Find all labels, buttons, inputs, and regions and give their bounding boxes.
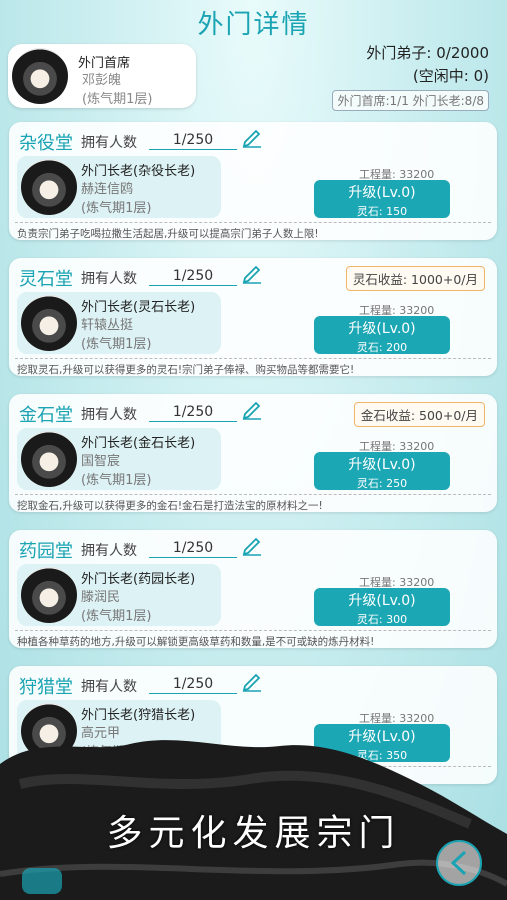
- owner-count: 1/250: [149, 132, 237, 150]
- pencil-icon[interactable]: [241, 534, 263, 556]
- elder-card[interactable]: 外门长老(金石长老) 国智宸 (炼气期1层): [17, 428, 221, 490]
- elder-realm: (炼气期1层): [81, 473, 152, 488]
- page-title: 外门详情: [197, 10, 310, 40]
- elder-avatar: [21, 567, 77, 623]
- pencil-icon[interactable]: [241, 262, 263, 284]
- upgrade-cost: 灵石: 150: [356, 205, 408, 218]
- owner-label: 拥有人数: [81, 135, 137, 151]
- elder-name: 轩辕丛挺: [81, 318, 134, 333]
- chief-card[interactable]: 外门首席 邓彭魄 (炼气期1层): [8, 44, 196, 108]
- upgrade-cost: 灵石: 300: [356, 613, 408, 626]
- pencil-icon[interactable]: [241, 398, 263, 420]
- hall-name: 狩猎堂: [19, 677, 73, 698]
- owner-count: 1/250: [149, 404, 237, 422]
- elder-title: 外门长老(狩猎长老): [81, 708, 196, 723]
- elder-avatar: [21, 295, 77, 351]
- elder-card[interactable]: 外门长老(灵石长老) 轩辕丛挺 (炼气期1层): [17, 292, 221, 354]
- chief-avatar: [12, 48, 68, 104]
- upgrade-button[interactable]: 升级(Lv.0) 灵石: 250: [314, 452, 450, 490]
- slogan-banner: 多元化发展宗门: [106, 813, 401, 854]
- upgrade-cost: 灵石: 250: [356, 477, 408, 490]
- owner-count: 1/250: [149, 540, 237, 558]
- upgrade-button[interactable]: 升级(Lv.0) 灵石: 200: [314, 316, 450, 354]
- hall-card: 杂役堂 拥有人数 1/250 外门长老(杂役长老) 赫连信鸥 (炼气期1层) 工…: [9, 122, 497, 240]
- back-arrow-icon[interactable]: [436, 840, 482, 886]
- pencil-icon[interactable]: [241, 126, 263, 148]
- divider: [15, 358, 491, 359]
- upgrade-label: 升级(Lv.0): [348, 593, 416, 609]
- hall-description: 挖取金石,升级可以获得更多的金石!金石是打造法宝的原材料之一!: [17, 500, 323, 512]
- elder-card[interactable]: 外门长老(药园长老) 滕润民 (炼气期1层): [17, 564, 221, 626]
- elder-title: 外门长老(杂役长老): [81, 164, 196, 179]
- divider: [15, 494, 491, 495]
- disciple-count: 外门弟子: 0/2000: [366, 44, 489, 62]
- hall-name: 金石堂: [19, 405, 73, 426]
- hall-name: 杂役堂: [19, 133, 73, 154]
- hall-description: 种植各种草药的地方,升级可以解锁更高级草药和数量,是不可或缺的炼丹材料!: [17, 636, 375, 648]
- chief-name: 邓彭魄: [82, 73, 122, 88]
- elder-avatar: [21, 159, 77, 215]
- hall-name: 药园堂: [19, 541, 73, 562]
- bottom-left-button[interactable]: [22, 868, 62, 894]
- hall-description: 负责宗门弟子吃喝拉撒生活起居,升级可以提高宗门弟子人数上限!: [17, 228, 319, 240]
- upgrade-label: 升级(Lv.0): [348, 185, 416, 201]
- elder-realm: (炼气期1层): [81, 337, 152, 352]
- owner-count: 1/250: [149, 676, 237, 694]
- upgrade-label: 升级(Lv.0): [348, 457, 416, 473]
- owner-label: 拥有人数: [81, 679, 137, 695]
- hall-card: 灵石堂 拥有人数 1/250 灵石收益: 1000+0/月 外门长老(灵石长老)…: [9, 258, 497, 376]
- upgrade-label: 升级(Lv.0): [348, 321, 416, 337]
- owner-label: 拥有人数: [81, 407, 137, 423]
- idle-count: (空闲中: 0): [412, 67, 489, 85]
- hall-card: 金石堂 拥有人数 1/250 金石收益: 500+0/月 外门长老(金石长老) …: [9, 394, 497, 512]
- income-badge: 金石收益: 500+0/月: [353, 402, 485, 427]
- upgrade-button[interactable]: 升级(Lv.0) 灵石: 300: [314, 588, 450, 626]
- chief-realm: (炼气期1层): [82, 92, 153, 107]
- divider: [15, 222, 491, 223]
- elder-title: 外门长老(金石长老): [81, 436, 196, 451]
- elder-name: 国智宸: [81, 454, 121, 469]
- divider: [15, 630, 491, 631]
- hall-card: 药园堂 拥有人数 1/250 外门长老(药园长老) 滕润民 (炼气期1层) 工程…: [9, 530, 497, 648]
- owner-label: 拥有人数: [81, 271, 137, 287]
- owner-count: 1/250: [149, 268, 237, 286]
- pencil-icon[interactable]: [241, 670, 263, 692]
- leader-count-badge: 外门首席:1/1 外门长老:8/8: [332, 90, 489, 111]
- owner-label: 拥有人数: [81, 543, 137, 559]
- upgrade-cost: 灵石: 200: [356, 341, 408, 354]
- elder-title: 外门长老(药园长老): [81, 572, 196, 587]
- upgrade-button[interactable]: 升级(Lv.0) 灵石: 150: [314, 180, 450, 218]
- elder-name: 赫连信鸥: [81, 182, 134, 197]
- hall-description: 挖取灵石,升级可以获得更多的灵石!宗门弟子俸禄、购买物品等都需要它!: [17, 364, 355, 376]
- hall-name: 灵石堂: [19, 269, 73, 290]
- income-badge: 灵石收益: 1000+0/月: [345, 266, 485, 291]
- elder-card[interactable]: 外门长老(杂役长老) 赫连信鸥 (炼气期1层): [17, 156, 221, 218]
- elder-title: 外门长老(灵石长老): [81, 300, 196, 315]
- elder-realm: (炼气期1层): [81, 201, 152, 216]
- elder-name: 滕润民: [81, 590, 121, 605]
- disciple-stats: 外门弟子: 0/2000 (空闲中: 0) 外门首席:1/1 外门长老:8/8: [332, 42, 489, 111]
- elder-avatar: [21, 431, 77, 487]
- elder-realm: (炼气期1层): [81, 609, 152, 624]
